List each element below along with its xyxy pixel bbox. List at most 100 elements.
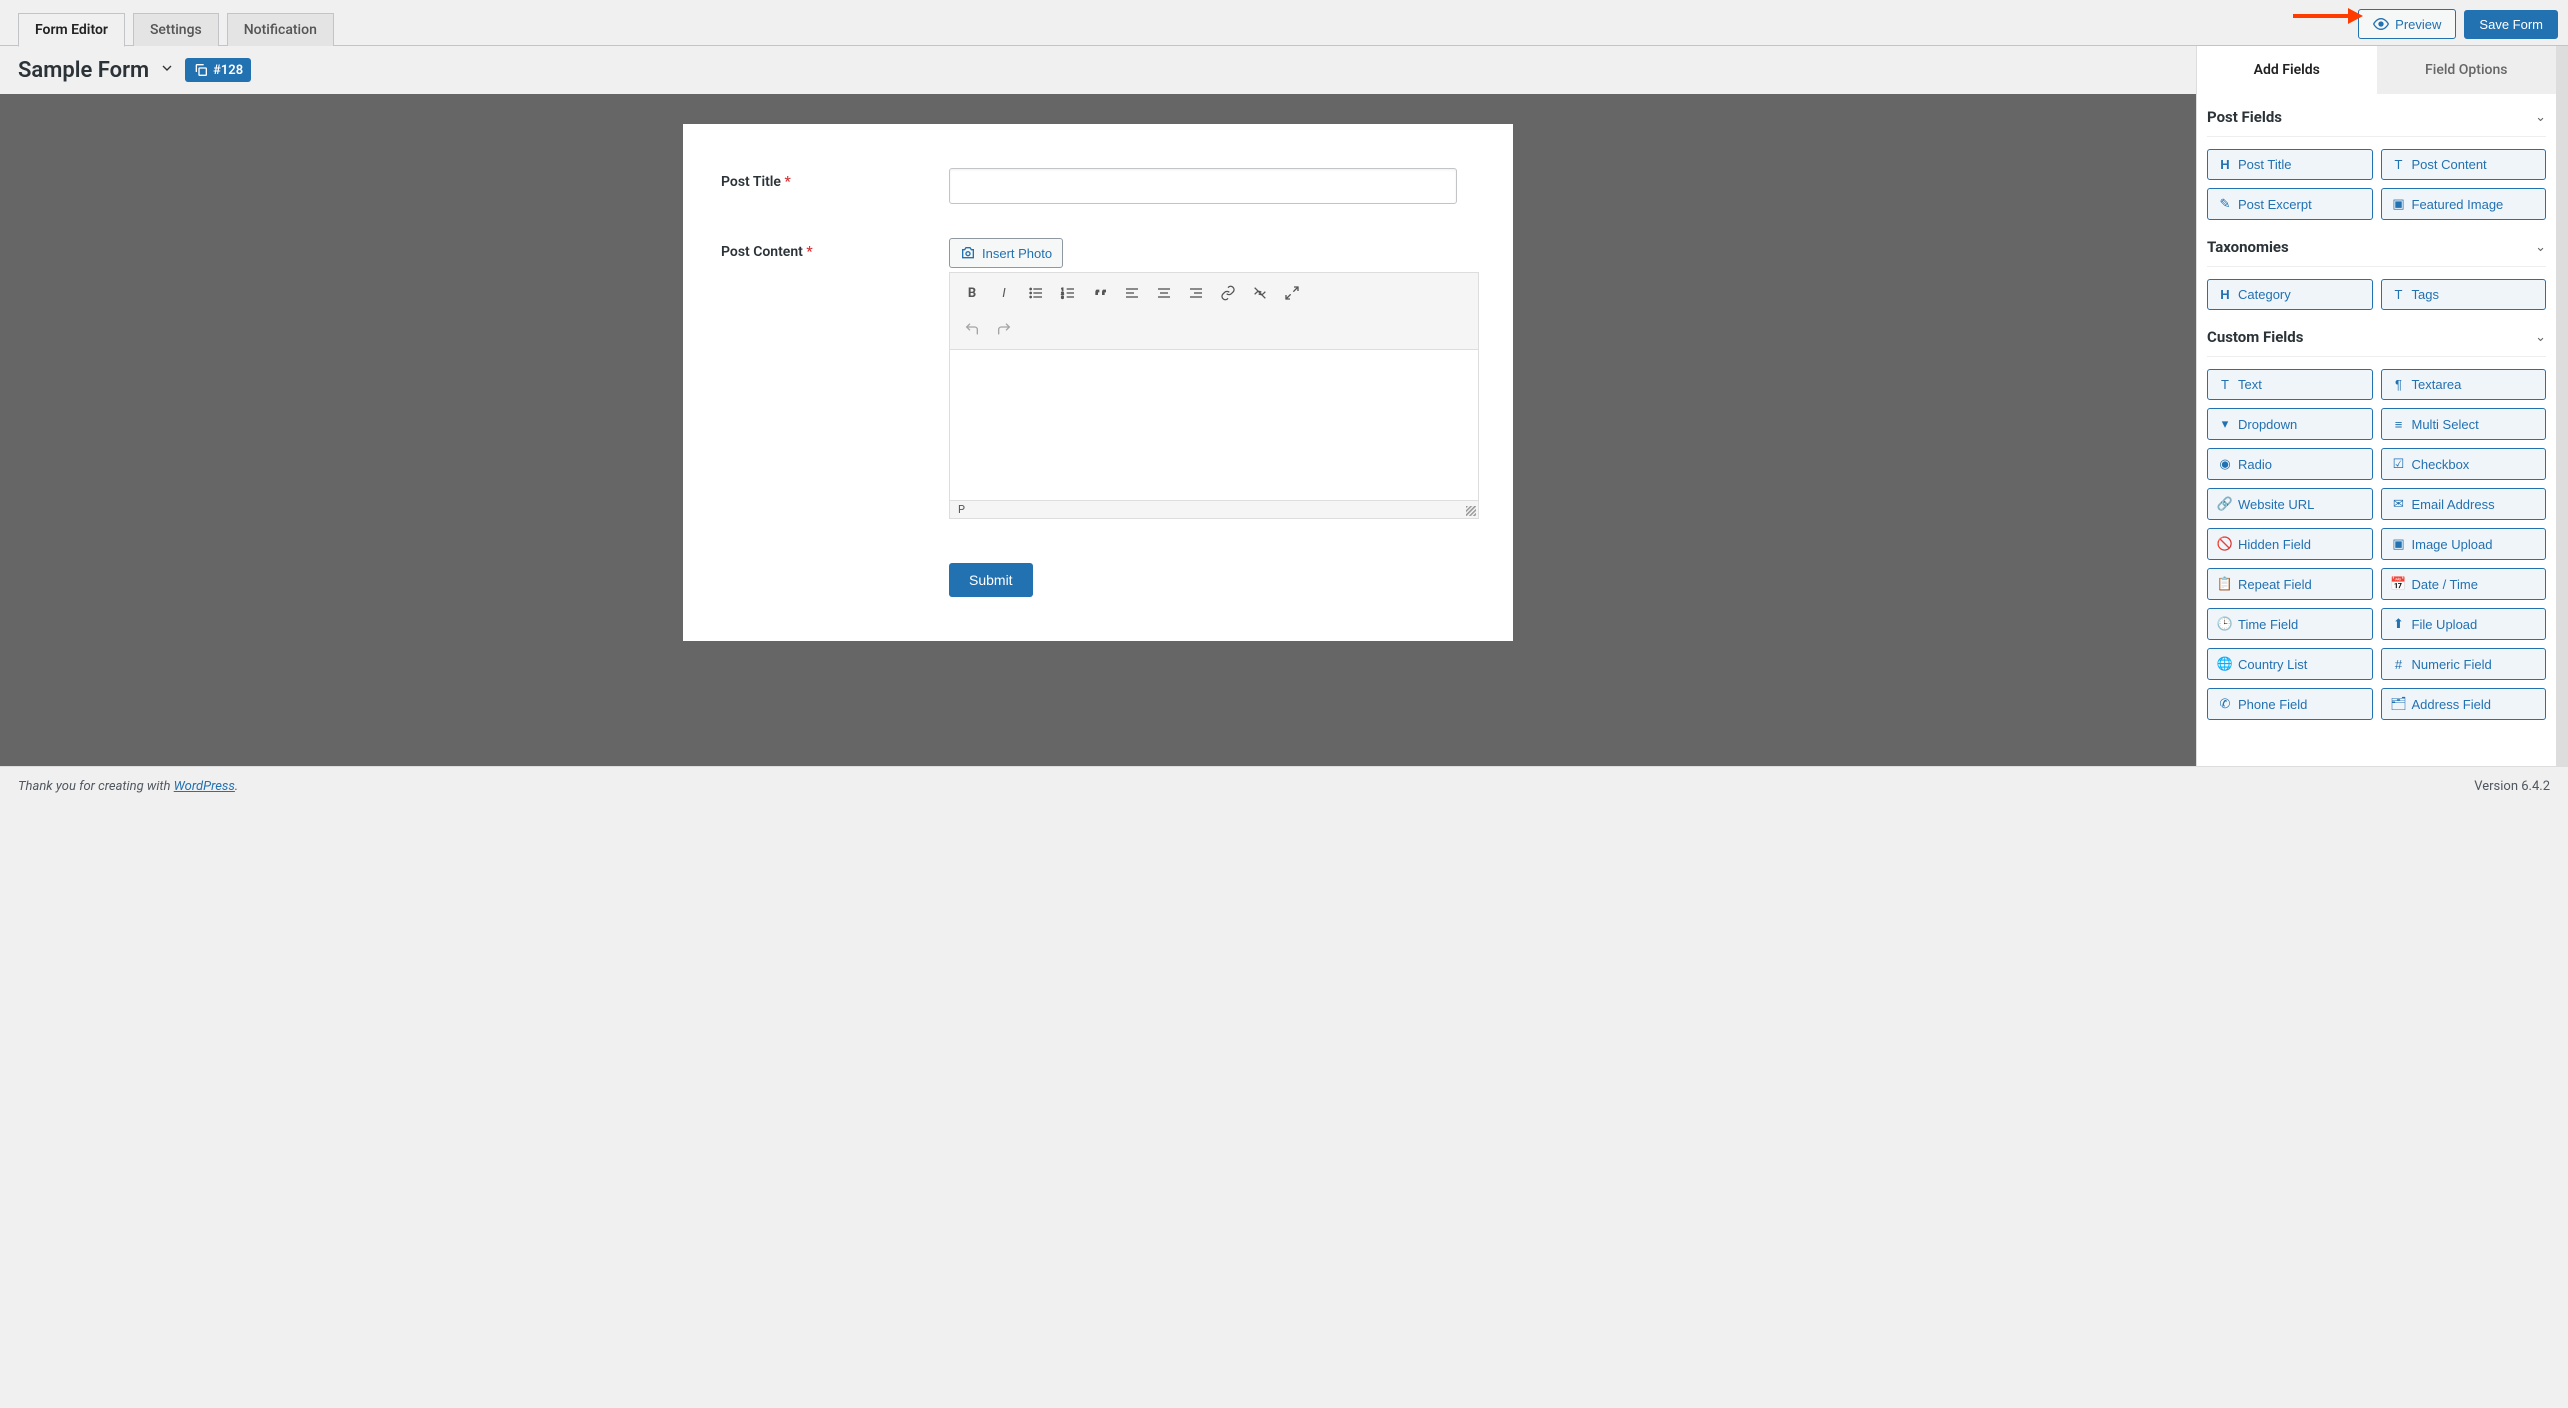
top-actions: Preview Save Form <box>2358 9 2558 45</box>
align-left-button[interactable] <box>1118 279 1146 307</box>
text-icon: T <box>2392 157 2406 172</box>
save-form-button[interactable]: Save Form <box>2464 10 2558 39</box>
group-header-custom-fields[interactable]: Custom Fields ⌄ <box>2207 314 2546 357</box>
undo-button[interactable] <box>958 315 986 343</box>
panel-tab-field-options[interactable]: Field Options <box>2377 46 2557 94</box>
fields-panel: Add Fields Field Options Post Fields ⌄ H… <box>2196 46 2568 766</box>
radio-icon: ◉ <box>2218 456 2232 472</box>
group-header-post-fields[interactable]: Post Fields ⌄ <box>2207 94 2546 137</box>
field-btn-email-address[interactable]: ✉Email Address <box>2381 488 2547 520</box>
field-btn-checkbox[interactable]: ☑Checkbox <box>2381 448 2547 480</box>
clock-icon: 🕒 <box>2218 616 2232 632</box>
camera-icon <box>960 245 976 261</box>
form-title-bar: Sample Form #128 <box>0 46 2196 94</box>
preview-button[interactable]: Preview <box>2358 9 2456 39</box>
link-button[interactable] <box>1214 279 1242 307</box>
redo-button[interactable] <box>990 315 1018 343</box>
field-btn-textarea[interactable]: ¶Textarea <box>2381 369 2547 400</box>
form-title: Sample Form <box>18 58 149 83</box>
field-btn-text[interactable]: TText <box>2207 369 2373 400</box>
bold-button[interactable]: B <box>958 279 986 307</box>
unlink-icon <box>1252 285 1268 301</box>
field-btn-multi-select[interactable]: ≡Multi Select <box>2381 408 2547 440</box>
text-icon: T <box>2392 287 2406 302</box>
link-icon <box>1220 285 1236 301</box>
check-icon: ☑ <box>2392 456 2406 472</box>
list-ol-icon: 123 <box>1060 285 1076 301</box>
field-btn-country-list[interactable]: 🌐Country List <box>2207 648 2373 680</box>
submit-button[interactable]: Submit <box>949 563 1033 597</box>
field-btn-category[interactable]: HCategory <box>2207 279 2373 310</box>
form-title-chevron[interactable] <box>159 60 175 81</box>
tab-settings[interactable]: Settings <box>133 13 219 46</box>
form-id-text: #128 <box>213 63 243 78</box>
field-btn-date-time[interactable]: 📅Date / Time <box>2381 568 2547 600</box>
editor-resize-handle[interactable] <box>1466 506 1476 516</box>
post-title-input[interactable] <box>949 168 1457 204</box>
chevron-down-icon: ⌄ <box>2535 240 2546 255</box>
panel-tab-add-fields[interactable]: Add Fields <box>2197 46 2377 94</box>
globe-icon: 🌐 <box>2218 656 2232 672</box>
field-btn-image-upload[interactable]: ▣Image Upload <box>2381 528 2547 560</box>
calendar-icon: 📅 <box>2392 576 2406 592</box>
field-post-title: Post Title * <box>721 168 1457 204</box>
field-btn-repeat-field[interactable]: 📋Repeat Field <box>2207 568 2373 600</box>
link-icon: 🔗 <box>2218 496 2232 512</box>
heading-icon: H <box>2218 157 2232 172</box>
wordpress-link[interactable]: WordPress <box>174 779 235 794</box>
align-left-icon <box>1124 285 1140 301</box>
footer-thanks-text: Thank you for creating with <box>18 779 174 794</box>
pin-icon: ✎ <box>2218 196 2232 212</box>
italic-button[interactable]: I <box>990 279 1018 307</box>
field-btn-website-url[interactable]: 🔗Website URL <box>2207 488 2373 520</box>
fullscreen-button[interactable] <box>1278 279 1306 307</box>
blockquote-button[interactable] <box>1086 279 1114 307</box>
envelope-icon: ✉ <box>2392 496 2406 512</box>
eye-slash-icon: 🚫 <box>2218 536 2232 552</box>
tab-form-editor[interactable]: Form Editor <box>18 13 125 47</box>
editor-content-area[interactable] <box>950 350 1478 500</box>
align-center-button[interactable] <box>1150 279 1178 307</box>
form-canvas: Post Title * Post Content * Insert Photo <box>0 94 2196 766</box>
phone-icon: ✆ <box>2218 696 2232 712</box>
chevron-down-icon: ⌄ <box>2535 110 2546 125</box>
field-btn-post-title[interactable]: HPost Title <box>2207 149 2373 180</box>
field-btn-tags[interactable]: TTags <box>2381 279 2547 310</box>
image-icon: ▣ <box>2392 196 2406 212</box>
form-preview-card: Post Title * Post Content * Insert Photo <box>683 124 1513 641</box>
chevron-down-icon <box>159 60 175 76</box>
image-icon: ▣ <box>2392 536 2406 552</box>
heading-icon: H <box>2218 287 2232 302</box>
field-btn-dropdown[interactable]: ▾Dropdown <box>2207 408 2373 440</box>
unlink-button[interactable] <box>1246 279 1274 307</box>
svg-text:3: 3 <box>1061 294 1063 299</box>
field-btn-hidden-field[interactable]: 🚫Hidden Field <box>2207 528 2373 560</box>
bullet-list-button[interactable] <box>1022 279 1050 307</box>
arrow-annotation <box>2293 6 2363 26</box>
upload-icon: ⬆ <box>2392 616 2406 632</box>
insert-photo-button[interactable]: Insert Photo <box>949 238 1063 268</box>
field-btn-time-field[interactable]: 🕒Time Field <box>2207 608 2373 640</box>
field-btn-phone-field[interactable]: ✆Phone Field <box>2207 688 2373 720</box>
clipboard-icon: 📋 <box>2218 576 2232 592</box>
field-btn-address-field[interactable]: 🗂Address Field <box>2381 688 2547 720</box>
numbered-list-button[interactable]: 123 <box>1054 279 1082 307</box>
tab-notification[interactable]: Notification <box>227 13 334 46</box>
list-icon: ≡ <box>2392 417 2406 432</box>
align-right-icon <box>1188 285 1204 301</box>
align-right-button[interactable] <box>1182 279 1210 307</box>
field-btn-post-content[interactable]: TPost Content <box>2381 149 2547 180</box>
field-btn-file-upload[interactable]: ⬆File Upload <box>2381 608 2547 640</box>
field-btn-post-excerpt[interactable]: ✎Post Excerpt <box>2207 188 2373 220</box>
hash-icon: # <box>2392 657 2406 672</box>
redo-icon <box>996 321 1012 337</box>
version-text: Version 6.4.2 <box>2474 779 2550 794</box>
caret-down-icon: ▾ <box>2218 416 2232 432</box>
field-btn-radio[interactable]: ◉Radio <box>2207 448 2373 480</box>
group-header-taxonomies[interactable]: Taxonomies ⌄ <box>2207 224 2546 267</box>
form-id-badge[interactable]: #128 <box>185 58 251 82</box>
post-content-label: Post Content * <box>721 238 949 260</box>
field-btn-numeric-field[interactable]: #Numeric Field <box>2381 648 2547 680</box>
field-btn-featured-image[interactable]: ▣Featured Image <box>2381 188 2547 220</box>
required-mark: * <box>784 174 790 190</box>
